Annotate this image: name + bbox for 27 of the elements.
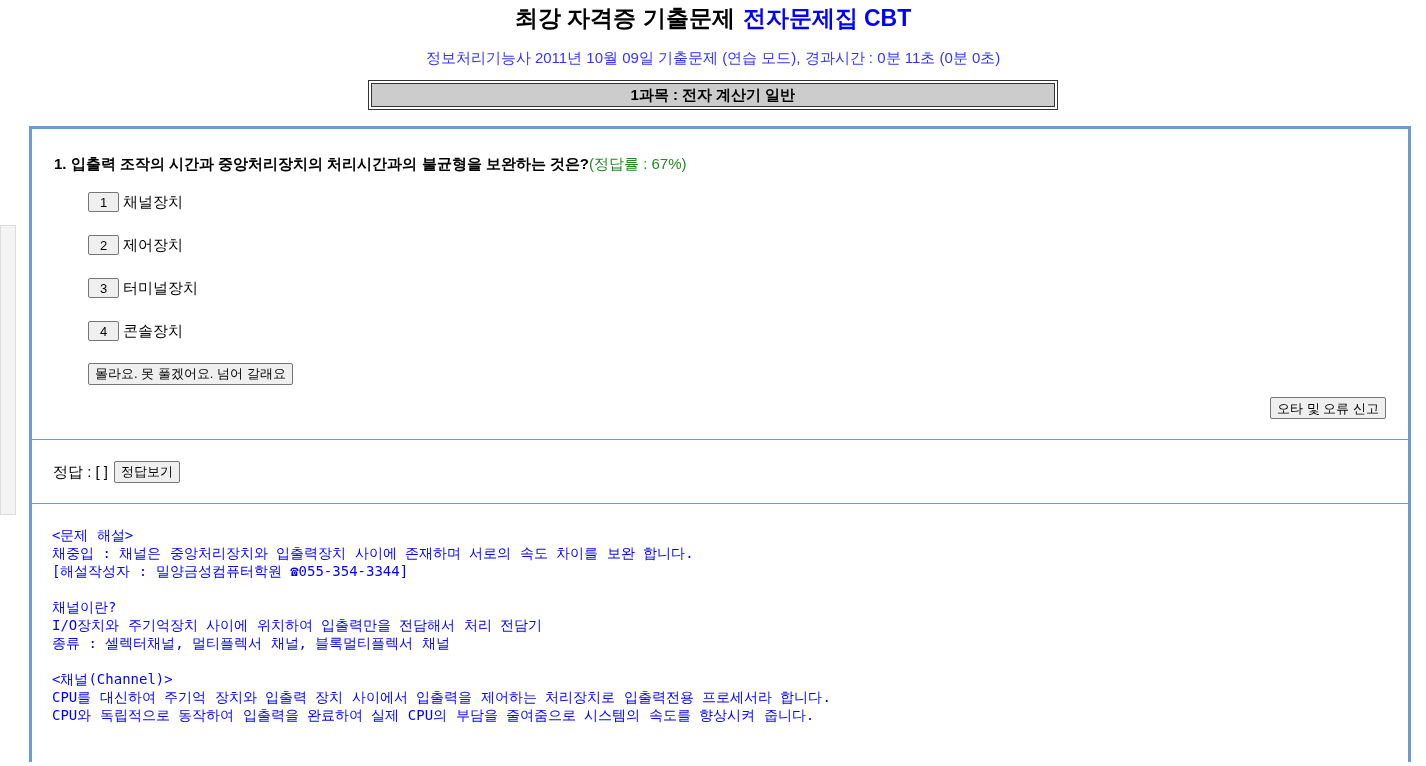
explanation-line: 채중입 : 채널은 중앙처리장치와 입출력장치 사이에 존재하며 서로의 속도 차이를 보완 합니다.: [52, 544, 694, 563]
exam-subtitle: 정보처리기능사 2011년 10월 09일 기출문제 (연습 모드), 경과시간 : 0분 11초 (0분 0초): [425, 48, 1001, 68]
explanation-line: CPU를 대신하여 주기억 장치와 입출력 장치 사이에서 입출력을 제어하는 처리장치로 입출력전용 프로세서라 합니다.: [52, 688, 831, 707]
explanation-line: [해설작성자 : 밀양금성컴퓨터학원 ☎055-354-3344]: [52, 562, 409, 581]
explanation-line: 채널이란?: [52, 598, 117, 617]
page-title-highlight: 전자문제집 CBT: [742, 3, 912, 33]
explanation-line: <채널(Channel)>: [52, 670, 173, 689]
choice-number-button[interactable]: 1: [88, 192, 119, 212]
choice-number-button[interactable]: 2: [88, 235, 119, 255]
choice-label: 채널장치: [123, 191, 183, 212]
explanation-line: 종류 : 셀렉터채널, 멀티플렉서 채널, 블록멀티플렉서 채널: [52, 634, 450, 653]
choice-label: 터미널장치: [123, 277, 198, 298]
page-title: 최강 자격증 기출문제: [514, 3, 735, 33]
choice-number-button[interactable]: 4: [88, 321, 119, 341]
choice-number-button[interactable]: 3: [88, 278, 119, 298]
choice-label: 콘솔장치: [123, 320, 183, 341]
skip-button[interactable]: 몰라요. 못 풀겠어요. 넘어 갈래요: [88, 363, 293, 385]
show-answer-button[interactable]: 정답보기: [114, 460, 180, 483]
report-error-button[interactable]: 오타 및 오류 신고: [1270, 397, 1386, 420]
explanation-line: <문제 해설>: [52, 526, 134, 545]
explanation-line: I/O장치와 주기억장치 사이에 위치하여 입출력만을 전담해서 처리 전담기: [52, 616, 543, 635]
correct-rate: (정답률 : 67%): [589, 154, 687, 172]
answer-label: 정답 : [ ]: [53, 461, 108, 482]
choice-label: 제어장치: [123, 234, 183, 255]
question-text: 1. 입출력 조작의 시간과 중앙처리장치의 처리시간과의 불균형을 보완하는 것은?: [54, 154, 589, 172]
explanation-line: CPU와 독립적으로 동작하여 입출력을 완료하여 실제 CPU의 부담을 줄여줌으로 시스템의 속도를 향상시켜 줍니다.: [52, 706, 815, 725]
subject-header: 1과목 : 전자 계산기 일반: [371, 82, 1055, 107]
